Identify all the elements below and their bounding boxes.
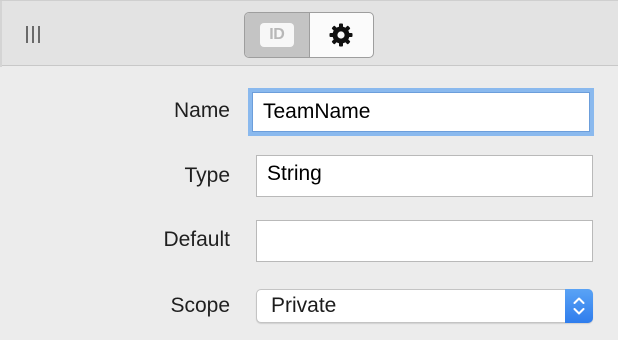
name-field[interactable]: TeamName	[252, 92, 590, 132]
type-label: Type	[184, 164, 230, 187]
inspector-toolbar: ID	[0, 0, 618, 67]
toolbar-edge	[0, 1, 2, 67]
identity-tab[interactable]: ID	[245, 13, 310, 57]
gear-icon	[328, 22, 354, 48]
inspector-segmented-control: ID	[244, 12, 374, 58]
drag-handle-icon[interactable]	[26, 26, 40, 43]
scope-label: Scope	[170, 294, 230, 317]
default-label: Default	[163, 228, 230, 251]
settings-tab[interactable]	[310, 13, 374, 57]
chevron-down-icon	[573, 308, 585, 315]
stepper-arrows-icon[interactable]	[565, 289, 593, 323]
name-label: Name	[173, 99, 230, 122]
scope-select-value: Private	[271, 294, 337, 317]
default-field[interactable]	[256, 220, 593, 262]
scope-select[interactable]: Private	[256, 289, 593, 323]
type-field[interactable]: String	[256, 155, 593, 197]
inspector-window: ID Name TeamName Type String Default Sco…	[0, 0, 618, 340]
attributes-form: Name TeamName Type String Default Scope …	[0, 66, 618, 340]
chevron-up-icon	[573, 297, 585, 304]
id-card-icon: ID	[259, 23, 294, 47]
